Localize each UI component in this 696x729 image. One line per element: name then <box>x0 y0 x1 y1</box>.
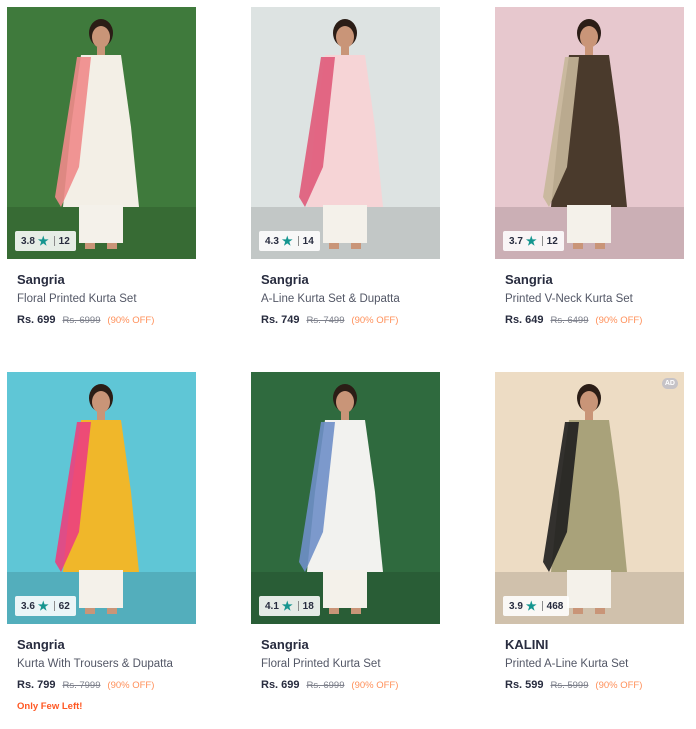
rating-badge: 4.1 ★ 18 <box>259 596 320 616</box>
rating-count: 468 <box>546 600 564 612</box>
product-image[interactable]: 3.8 ★ 12 <box>7 7 196 259</box>
stock-warning: Only Few Left! <box>17 701 83 712</box>
product-info[interactable]: Sangria Printed V-Neck Kurta Set Rs. 649… <box>495 259 684 328</box>
product-card[interactable]: 4.3 ★ 14 Sangria A-Line Kurta Set & Dupa… <box>251 7 440 328</box>
star-icon: ★ <box>525 234 537 248</box>
product-brand: KALINI <box>505 637 549 652</box>
original-price: Rs. 6999 <box>306 680 345 691</box>
product-title: Printed A-Line Kurta Set <box>505 658 629 670</box>
rating-divider <box>53 236 55 246</box>
discount-percent: (90% OFF) <box>351 680 399 691</box>
product-image[interactable]: 3.9 ★ 468 AD <box>495 372 684 624</box>
product-info[interactable]: Sangria Kurta With Trousers & Dupatta Rs… <box>7 624 196 712</box>
discount-percent: (90% OFF) <box>595 315 643 326</box>
product-price: Rs. 699 Rs. 6999 (90% OFF) <box>261 678 430 693</box>
product-card[interactable]: 3.6 ★ 62 Sangria Kurta With Trousers & D… <box>7 372 196 712</box>
product-brand: Sangria <box>17 272 65 287</box>
product-info[interactable]: Sangria Floral Printed Kurta Set Rs. 699… <box>251 624 440 693</box>
product-title: Floral Printed Kurta Set <box>17 293 137 305</box>
original-price: Rs. 7499 <box>306 315 345 326</box>
product-image[interactable]: 3.7 ★ 12 <box>495 7 684 259</box>
rating-count: 12 <box>546 235 558 247</box>
star-icon: ★ <box>281 234 293 248</box>
product-title: Printed V-Neck Kurta Set <box>505 293 633 305</box>
product-photo <box>495 372 684 624</box>
rating-count: 12 <box>58 235 70 247</box>
product-image[interactable]: 4.3 ★ 14 <box>251 7 440 259</box>
rating-count: 62 <box>58 600 70 612</box>
rating-badge: 3.6 ★ 62 <box>15 596 76 616</box>
rating-count: 18 <box>302 600 314 612</box>
product-photo <box>251 7 440 259</box>
rating-divider <box>541 236 543 246</box>
product-price: Rs. 699 Rs. 6999 (90% OFF) <box>17 313 186 328</box>
discount-percent: (90% OFF) <box>107 315 155 326</box>
rating-value: 3.8 <box>21 235 35 247</box>
product-card[interactable]: 4.1 ★ 18 Sangria Floral Printed Kurta Se… <box>251 372 440 693</box>
product-info[interactable]: Sangria A-Line Kurta Set & Dupatta Rs. 7… <box>251 259 440 328</box>
original-price: Rs. 6499 <box>550 315 589 326</box>
discounted-price: Rs. 649 <box>505 314 544 326</box>
ad-badge: AD <box>661 378 678 389</box>
rating-badge: 3.7 ★ 12 <box>503 231 564 251</box>
original-price: Rs. 6999 <box>62 315 101 326</box>
product-photo <box>251 372 440 624</box>
discounted-price: Rs. 599 <box>505 679 544 691</box>
discounted-price: Rs. 749 <box>261 314 300 326</box>
rating-badge: 3.9 ★ 468 <box>503 596 570 616</box>
rating-value: 4.1 <box>265 600 279 612</box>
rating-badge: 4.3 ★ 14 <box>259 231 320 251</box>
product-card[interactable]: 3.7 ★ 12 Sangria Printed V-Neck Kurta Se… <box>495 7 684 328</box>
star-icon: ★ <box>281 599 293 613</box>
product-image[interactable]: 4.1 ★ 18 <box>251 372 440 624</box>
rating-value: 3.9 <box>509 600 523 612</box>
discount-percent: (90% OFF) <box>107 680 155 691</box>
product-photo <box>495 7 684 259</box>
rating-divider <box>297 601 299 611</box>
product-image[interactable]: 3.6 ★ 62 <box>7 372 196 624</box>
product-card[interactable]: 3.9 ★ 468 AD KALINI Printed A-Line Kurta… <box>495 372 684 693</box>
rating-value: 3.7 <box>509 235 523 247</box>
product-brand: Sangria <box>505 272 553 287</box>
product-brand: Sangria <box>261 637 309 652</box>
original-price: Rs. 5999 <box>550 680 589 691</box>
rating-divider <box>297 236 299 246</box>
rating-value: 4.3 <box>265 235 279 247</box>
rating-badge: 3.8 ★ 12 <box>15 231 76 251</box>
product-info[interactable]: Sangria Floral Printed Kurta Set Rs. 699… <box>7 259 196 328</box>
discount-percent: (90% OFF) <box>595 680 643 691</box>
product-photo <box>7 372 196 624</box>
star-icon: ★ <box>37 234 49 248</box>
product-card[interactable]: 3.8 ★ 12 Sangria Floral Printed Kurta Se… <box>7 7 196 328</box>
rating-divider <box>53 601 55 611</box>
product-info[interactable]: KALINI Printed A-Line Kurta Set Rs. 599 … <box>495 624 684 693</box>
rating-count: 14 <box>302 235 314 247</box>
product-price: Rs. 649 Rs. 6499 (90% OFF) <box>505 313 674 328</box>
discount-percent: (90% OFF) <box>351 315 399 326</box>
star-icon: ★ <box>525 599 537 613</box>
original-price: Rs. 7999 <box>62 680 101 691</box>
product-brand: Sangria <box>261 272 309 287</box>
product-title: A-Line Kurta Set & Dupatta <box>261 293 400 305</box>
product-title: Kurta With Trousers & Dupatta <box>17 658 173 670</box>
rating-value: 3.6 <box>21 600 35 612</box>
product-photo <box>7 7 196 259</box>
rating-divider <box>541 601 543 611</box>
discounted-price: Rs. 699 <box>17 314 56 326</box>
star-icon: ★ <box>37 599 49 613</box>
discounted-price: Rs. 699 <box>261 679 300 691</box>
discounted-price: Rs. 799 <box>17 679 56 691</box>
product-price: Rs. 599 Rs. 5999 (90% OFF) <box>505 678 674 693</box>
product-price: Rs. 799 Rs. 7999 (90% OFF) <box>17 678 186 693</box>
product-title: Floral Printed Kurta Set <box>261 658 381 670</box>
product-price: Rs. 749 Rs. 7499 (90% OFF) <box>261 313 430 328</box>
product-brand: Sangria <box>17 637 65 652</box>
